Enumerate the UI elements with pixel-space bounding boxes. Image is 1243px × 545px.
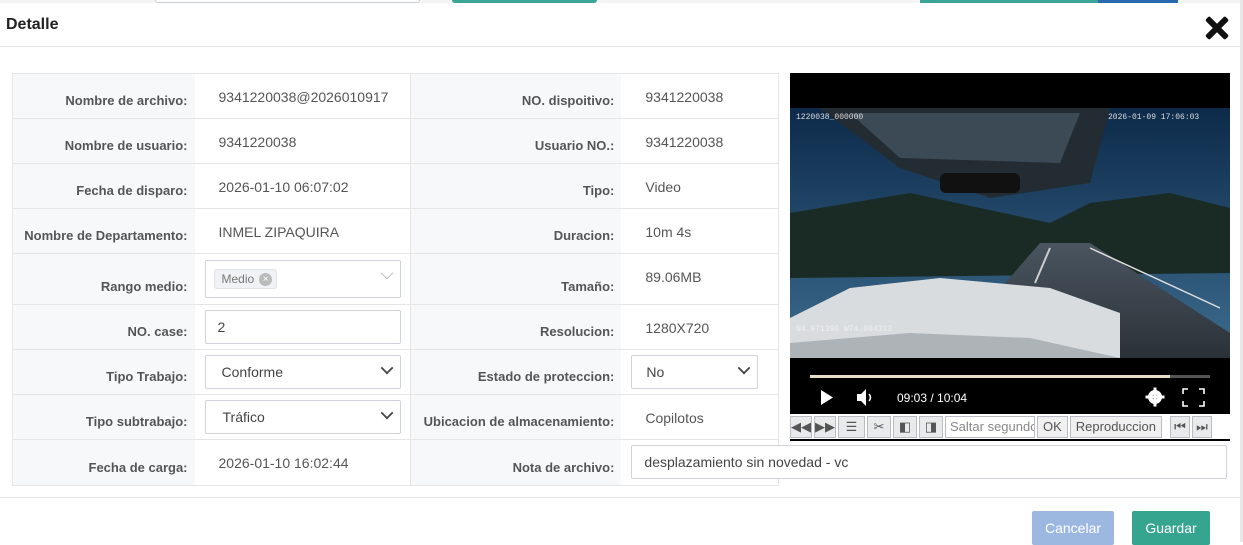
form-row: Nombre de Departamento: INMEL ZIPAQUIRA … (13, 209, 778, 254)
form-row: NO. case: 2 Resolucion: 1280X720 (13, 305, 778, 350)
protection-value: No (646, 364, 665, 380)
value-upload-date: 2026-01-10 16:02:44 (195, 440, 411, 485)
chevron-down-icon (380, 266, 393, 280)
work-type-cell: Conforme (195, 350, 411, 394)
label-file-name: Nombre de archivo: (13, 74, 195, 118)
label-work-type: Tipo Trabajo: (13, 350, 195, 394)
value-resolution: 1280X720 (645, 320, 710, 336)
label-device-no: NO. dispoitivo: (410, 74, 622, 118)
label-trigger-date: Fecha de disparo: (13, 164, 195, 208)
value-size: 89.06MB (645, 269, 702, 285)
chevron-down-icon (380, 406, 393, 420)
range-select[interactable]: Medio × (204, 260, 401, 298)
case-no-input[interactable]: 2 (204, 310, 401, 344)
subtype-cell: Tráfico (195, 395, 411, 439)
form-row: Nombre de archivo: 9341220038@2026010917… (13, 74, 778, 119)
close-icon[interactable] (1203, 15, 1231, 43)
modal-header: Detalle (0, 3, 1240, 47)
overlay-timestamp: 2026-01-09 17:06:03 (1108, 113, 1199, 122)
overlay-gps: N4.971390 W74.004333 (796, 325, 892, 334)
list-button[interactable]: ☰ (838, 415, 865, 438)
scissors-button[interactable]: ✂ (867, 415, 891, 438)
skip-seconds-input[interactable]: Saltar segundos (945, 415, 1035, 438)
save-button[interactable]: Guardar (1132, 511, 1210, 545)
chevron-down-icon (738, 361, 751, 375)
value-trigger-date: 2026-01-10 06:07:02 (195, 164, 411, 208)
value-file-name: 9341220038@2026010917 (195, 74, 411, 118)
label-note: Nota de archivo: (410, 440, 622, 485)
value-storage: Copilotos (645, 410, 704, 426)
value-user-no: 9341220038 (645, 134, 724, 150)
prev-frame-button[interactable]: ◧ (893, 415, 917, 438)
video-frame: 1220038_000000 2026-01-09 17:06:03 N4.97… (790, 108, 1230, 441)
protection-cell: No (621, 350, 778, 394)
label-duration: Duracion: (410, 209, 622, 253)
form-row: Tipo subtrabajo: Tráfico Ubicacion de al… (13, 395, 778, 440)
chevron-down-icon (380, 361, 393, 375)
form-row: Tipo Trabajo: Conforme Estado de protecc… (13, 350, 778, 395)
protection-select[interactable]: No (631, 355, 759, 389)
label-range: Rango medio: (13, 254, 195, 304)
range-tag: Medio × (213, 269, 278, 289)
rewind-button[interactable]: ◀◀ (790, 415, 812, 438)
subtype-value: Tráfico (222, 409, 265, 425)
cancel-button[interactable]: Cancelar (1032, 511, 1114, 545)
range-tag-label: Medio (221, 272, 255, 286)
label-user-no: Usuario NO.: (410, 119, 622, 163)
form-row: Nombre de usuario: 9341220038 Usuario NO… (13, 119, 778, 164)
note-input[interactable]: desplazamiento sin novedad - vc (631, 445, 1228, 479)
label-subtype: Tipo subtrabajo: (13, 395, 195, 439)
playback-button[interactable]: Reproduccion (1069, 415, 1163, 438)
form-row: Fecha de carga: 2026-01-10 16:02:44 Nota… (13, 440, 1228, 485)
detail-form: Nombre de archivo: 9341220038@2026010917… (12, 73, 1228, 486)
label-size: Tamaño: (410, 254, 622, 304)
label-department: Nombre de Departamento: (13, 209, 195, 253)
subtype-select[interactable]: Tráfico (204, 400, 401, 434)
last-button[interactable]: ⏭ (1192, 415, 1213, 438)
value-device-no: 9341220038 (645, 89, 724, 105)
progress-fill (810, 375, 1170, 378)
label-protection: Estado de proteccion: (410, 350, 622, 394)
next-frame-button[interactable]: ◨ (919, 415, 943, 438)
form-row: Rango medio: Medio × Tamaño: 89.06MB (13, 254, 778, 305)
value-user-name: 9341220038 (195, 119, 411, 163)
video-control-bar: ◀◀ ▶▶ ☰ ✂ ◧ ◨ Saltar segundos OK Reprodu… (790, 414, 1230, 439)
note-cell: desplazamiento sin novedad - vc (621, 440, 1228, 485)
label-user-name: Nombre de usuario: (13, 119, 195, 163)
modal-title: Detalle (6, 16, 59, 33)
label-resolution: Resolucion: (410, 305, 622, 349)
value-department: INMEL ZIPAQUIRA (195, 209, 411, 253)
video-time: 09:03 / 10:04 (897, 391, 967, 405)
overlay-device: 1220038_000000 (796, 113, 863, 122)
first-button[interactable]: ⏮ (1170, 415, 1191, 438)
video-player[interactable]: 1220038_000000 2026-01-09 17:06:03 N4.97… (790, 73, 1230, 441)
detail-modal: Detalle Nombre de archivo: 9341220038@20… (0, 3, 1240, 545)
label-case-no: NO. case: (13, 305, 195, 349)
value-type: Video (645, 179, 681, 195)
label-upload-date: Fecha de carga: (13, 440, 195, 485)
modal-footer: Cancelar Guardar (0, 497, 1240, 545)
work-type-select[interactable]: Conforme (204, 355, 401, 389)
work-type-value: Conforme (221, 364, 283, 380)
label-type: Tipo: (410, 164, 622, 208)
value-duration: 10m 4s (645, 224, 692, 240)
ok-button[interactable]: OK (1037, 415, 1068, 438)
case-cell: 2 (195, 305, 411, 349)
label-storage: Ubicacion de almacenamiento: (410, 395, 622, 439)
range-cell: Medio × (195, 254, 411, 304)
forward-button[interactable]: ▶▶ (814, 415, 836, 438)
tag-remove-icon[interactable]: × (259, 272, 273, 286)
form-row: Fecha de disparo: 2026-01-10 06:07:02 Ti… (13, 164, 778, 209)
